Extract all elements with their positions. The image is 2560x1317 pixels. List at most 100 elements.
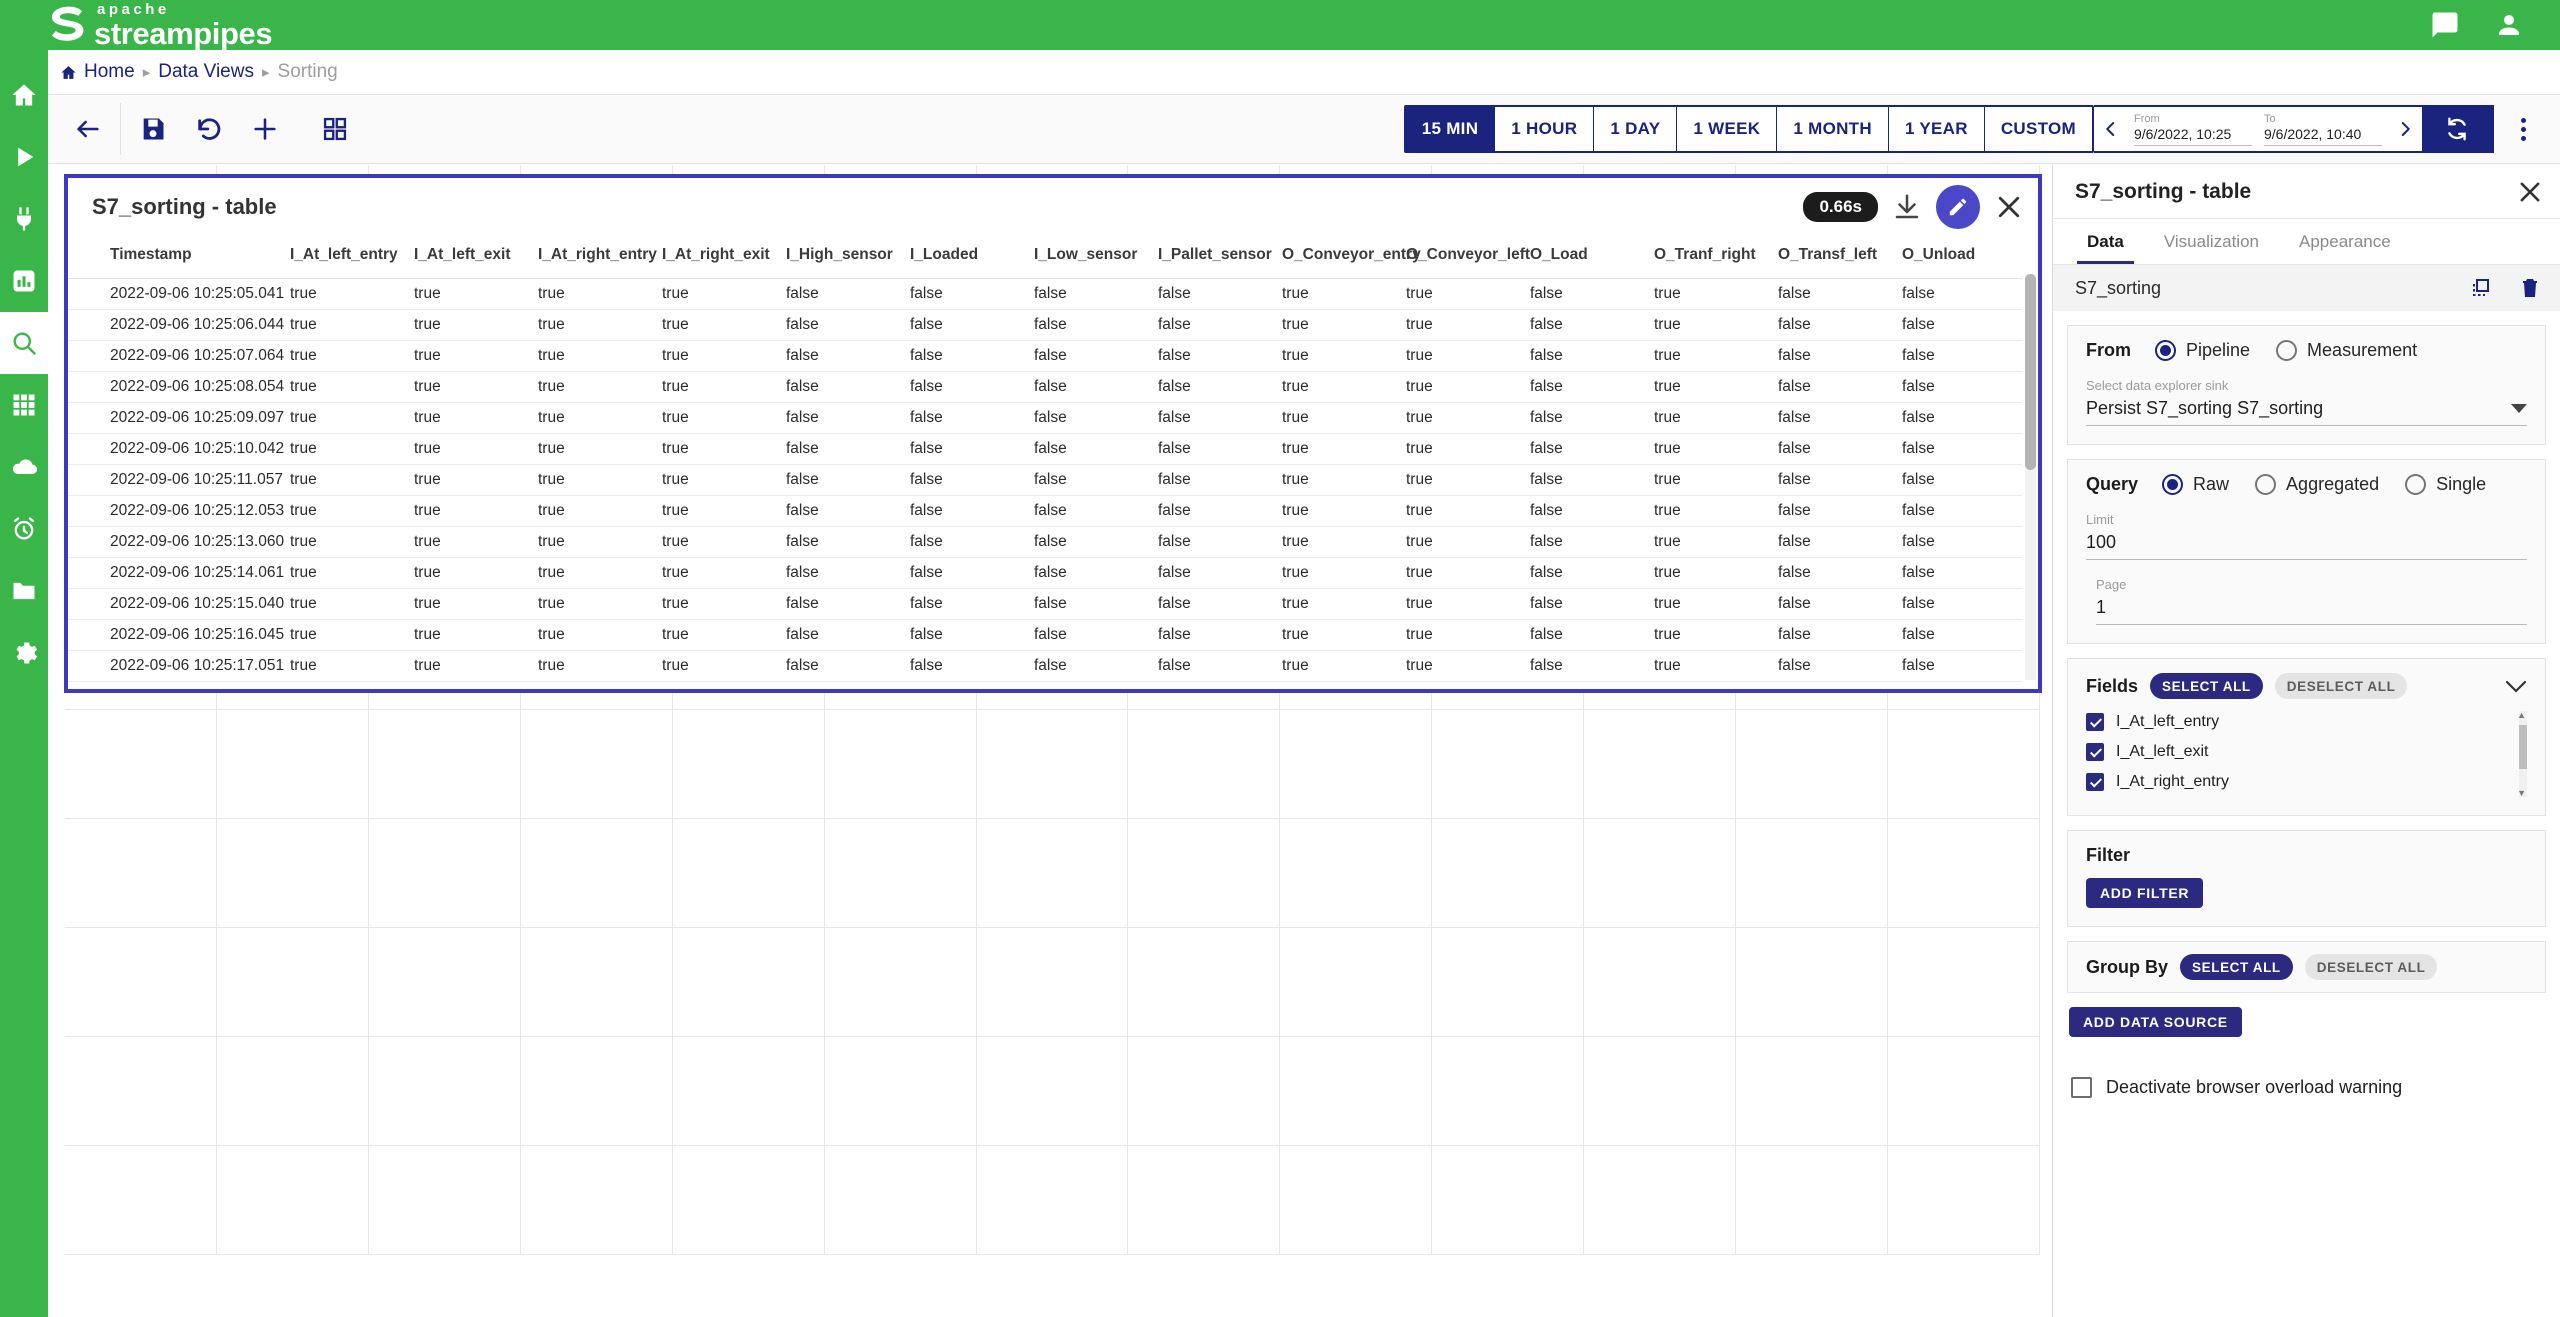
table-scrollbar-thumb[interactable] (2025, 274, 2036, 470)
table-row[interactable]: 2022-09-06 10:25:11.057truetruetruetruef… (68, 465, 2022, 496)
group-by-select-all-button[interactable]: SELECT ALL (2180, 954, 2293, 980)
sidebar-item-connect[interactable] (0, 188, 48, 250)
add-data-source-button[interactable]: ADD DATA SOURCE (2069, 1007, 2242, 1037)
radio-raw[interactable] (2162, 474, 2183, 495)
breadcrumb-home[interactable]: Home (84, 61, 135, 83)
group-by-deselect-all-button[interactable]: DESELECT ALL (2305, 954, 2438, 980)
undo-button[interactable] (181, 101, 237, 157)
table-row[interactable]: 2022-09-06 10:25:14.061truetruetruetruef… (68, 558, 2022, 589)
close-icon[interactable] (2516, 178, 2544, 206)
limit-input[interactable]: 100 (2086, 529, 2527, 560)
table-row[interactable]: 2022-09-06 10:25:15.040truetruetruetruef… (68, 589, 2022, 620)
table-row[interactable]: 2022-09-06 10:25:07.064truetruetruetruef… (68, 341, 2022, 372)
delete-icon[interactable] (2518, 276, 2542, 300)
time-range-custom[interactable]: CUSTOM (1985, 107, 2092, 151)
edit-widget-button[interactable] (1936, 185, 1980, 229)
table-row[interactable]: 2022-09-06 10:25:12.053truetruetruetruef… (68, 496, 2022, 527)
radio-single-label[interactable]: Single (2436, 474, 2486, 495)
add-button[interactable] (237, 101, 293, 157)
sidebar-item-data-explorer[interactable] (0, 312, 48, 374)
table-row[interactable]: 2022-09-06 10:25:06.044truetruetruetruef… (68, 310, 2022, 341)
sink-select[interactable]: Persist S7_sorting S7_sorting (2086, 395, 2527, 426)
radio-pipeline-label[interactable]: Pipeline (2186, 340, 2250, 361)
sidebar-item-dashboard[interactable] (0, 250, 48, 312)
date-from-field[interactable]: From 9/6/2022, 10:25 (2134, 113, 2252, 146)
tab-appearance[interactable]: Appearance (2279, 219, 2411, 264)
sidebar-item-assets[interactable] (0, 436, 48, 498)
refresh-button[interactable] (2422, 105, 2492, 153)
column-header[interactable]: O_Conveyor_entry (1278, 236, 1402, 279)
table-row[interactable]: 2022-09-06 10:25:09.097truetruetruetruef… (68, 403, 2022, 434)
messages-icon[interactable] (2430, 10, 2460, 40)
tab-visualization[interactable]: Visualization (2144, 219, 2279, 264)
close-icon[interactable] (1994, 192, 2024, 222)
scroll-up-arrow-icon[interactable]: ▲ (2517, 711, 2526, 719)
column-header[interactable]: O_Tranf_right (1650, 236, 1774, 279)
sidebar-item-files[interactable] (0, 560, 48, 622)
field-checkbox[interactable] (2086, 773, 2104, 791)
table-row[interactable]: 2022-09-06 10:25:05.041truetruetruetruef… (68, 279, 2022, 310)
radio-measurement-label[interactable]: Measurement (2307, 340, 2417, 361)
field-item[interactable]: I_At_left_entry (2086, 711, 2527, 732)
fields-scrollbar-thumb[interactable] (2519, 725, 2527, 769)
time-range-1day[interactable]: 1 DAY (1594, 107, 1677, 151)
fields-deselect-all-button[interactable]: DESELECT ALL (2275, 673, 2408, 699)
column-header[interactable]: O_Load (1526, 236, 1650, 279)
account-icon[interactable] (2494, 10, 2524, 40)
sidebar-item-home[interactable] (0, 64, 48, 126)
column-header[interactable]: Timestamp (68, 236, 286, 279)
save-button[interactable] (125, 101, 181, 157)
column-header[interactable]: I_At_right_entry (534, 236, 658, 279)
fields-list[interactable]: I_At_left_entry I_At_left_exit I_At_righ… (2086, 711, 2527, 797)
field-item[interactable]: I_At_right_entry (2086, 771, 2527, 792)
column-header[interactable]: O_Unload (1898, 236, 2022, 279)
time-range-1month[interactable]: 1 MONTH (1777, 107, 1889, 151)
fields-scrollbar-track[interactable]: ▲ ▼ (2519, 711, 2527, 797)
table-row[interactable]: 2022-09-06 10:25:13.060truetruetruetruef… (68, 527, 2022, 558)
sidebar-item-apps[interactable] (0, 374, 48, 436)
clone-icon[interactable] (2468, 276, 2492, 300)
more-options-button[interactable] (2500, 105, 2546, 153)
sidebar-item-pipelines[interactable] (0, 126, 48, 188)
radio-pipeline[interactable] (2155, 340, 2176, 361)
time-range-1hour[interactable]: 1 HOUR (1495, 107, 1594, 151)
column-header[interactable]: I_Loaded (906, 236, 1030, 279)
column-header[interactable]: I_At_left_exit (410, 236, 534, 279)
time-range-15min[interactable]: 15 MIN (1406, 107, 1496, 151)
column-header[interactable]: I_Low_sensor (1030, 236, 1154, 279)
data-table-container[interactable]: TimestampI_At_left_entryI_At_left_exitI_… (68, 236, 2038, 687)
grid-layout-button[interactable] (307, 101, 363, 157)
add-filter-button[interactable]: ADD FILTER (2086, 878, 2203, 908)
time-range-1year[interactable]: 1 YEAR (1889, 107, 1985, 151)
previous-range-button[interactable] (2094, 106, 2128, 152)
table-row[interactable]: 2022-09-06 10:25:17.051truetruetruetruef… (68, 651, 2022, 682)
radio-aggregated-label[interactable]: Aggregated (2286, 474, 2379, 495)
data-view-widget[interactable]: S7_sorting - table 0.66s TimestampI_At_l… (65, 175, 2041, 692)
radio-raw-label[interactable]: Raw (2193, 474, 2229, 495)
column-header[interactable]: I_At_right_exit (658, 236, 782, 279)
column-header[interactable]: O_Transf_left (1774, 236, 1898, 279)
field-checkbox[interactable] (2086, 743, 2104, 761)
fields-select-all-button[interactable]: SELECT ALL (2150, 673, 2263, 699)
back-button[interactable] (60, 101, 116, 157)
download-icon[interactable] (1892, 192, 1922, 222)
time-range-1week[interactable]: 1 WEEK (1677, 107, 1777, 151)
column-header[interactable]: I_Pallet_sensor (1154, 236, 1278, 279)
radio-single[interactable] (2405, 474, 2426, 495)
column-header[interactable]: I_At_left_entry (286, 236, 410, 279)
page-input[interactable]: 1 (2096, 594, 2527, 625)
scroll-down-arrow-icon[interactable]: ▼ (2517, 789, 2526, 797)
sidebar-item-configuration[interactable] (0, 622, 48, 684)
column-header[interactable]: I_High_sensor (782, 236, 906, 279)
radio-aggregated[interactable] (2255, 474, 2276, 495)
sidebar-item-notifications[interactable] (0, 498, 48, 560)
breadcrumb-data-views[interactable]: Data Views (158, 61, 254, 83)
next-range-button[interactable] (2388, 106, 2422, 152)
table-row[interactable]: 2022-09-06 10:25:10.042truetruetruetruef… (68, 434, 2022, 465)
tab-data[interactable]: Data (2067, 219, 2144, 264)
field-checkbox[interactable] (2086, 713, 2104, 731)
date-to-field[interactable]: To 9/6/2022, 10:40 (2264, 113, 2382, 146)
brand-logo[interactable]: apache streampipes (48, 2, 272, 49)
field-item[interactable]: I_At_left_exit (2086, 741, 2527, 762)
overload-warning-checkbox[interactable] (2071, 1077, 2092, 1098)
